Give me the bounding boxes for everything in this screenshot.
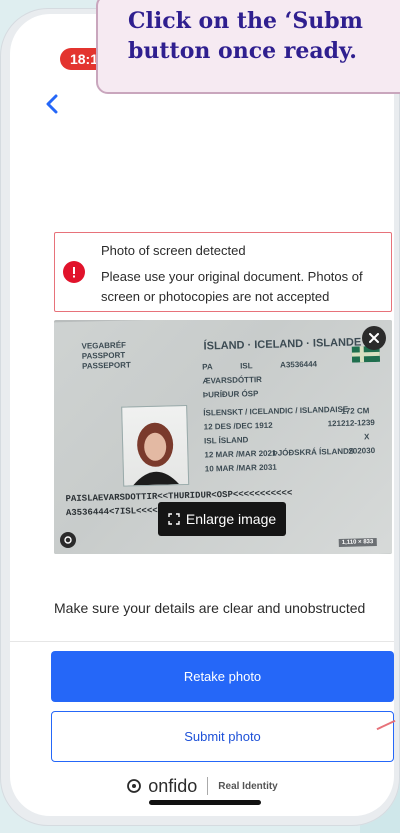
divider [10,641,394,642]
phone-screen: 18:1 Photo of screen detected Please use… [10,14,394,816]
passport-photo [121,404,190,487]
callout-line-1: Click on the ‘Subm [128,8,363,34]
passport-field: 12 DES /DEC 1912 [203,420,273,432]
passport-field: A3536444 [279,359,318,370]
passport-field: ÆVARSDÓTTIR [202,374,263,386]
passport-field: ÞJÓÐSKRÁ ÍSLANDS [272,446,355,458]
phone-frame: 18:1 Photo of screen detected Please use… [0,8,400,826]
passport-field: ISL ÍSLAND [203,435,249,446]
passport-field: 172 CM [341,406,370,416]
passport-field: 202030 [348,446,376,456]
brand-footer: onfido Real Identity [10,776,394,796]
instruction-text: Make sure your details are clear and uno… [54,600,366,616]
passport-field: ÞURÍÐUR ÓSP [202,389,259,400]
passport-field: 12 MAR /MAR 2021 [204,448,277,460]
instruction-callout: Click on the ‘Subm button once ready. [96,0,400,94]
error-alert: Photo of screen detected Please use your… [54,232,392,312]
back-button[interactable] [38,90,66,118]
retake-photo-button[interactable]: Retake photo [51,651,394,702]
passport-label-2: PASSPORT [81,350,126,361]
exclamation-icon [73,267,75,278]
image-size-stamp: 1,110 × 833 [338,538,377,548]
close-icon [369,333,379,343]
passport-field: PA [202,362,213,372]
passport-field: 10 MAR /MAR 2031 [204,462,277,474]
passport-field: 121212-1239 [327,418,375,429]
submit-photo-button[interactable]: Submit photo [51,711,394,762]
passport-label-3: PASSEPORT [81,360,131,371]
brand-name: onfido [148,775,198,796]
close-preview-button[interactable] [362,326,386,350]
alert-message: Please use your original document. Photo… [101,269,363,304]
home-indicator [149,800,261,805]
brand-tagline: Real Identity [218,780,278,792]
alert-title: Photo of screen detected [101,243,246,258]
alert-icon [63,261,85,283]
callout-line-2: button once ready. [128,38,357,64]
brand-separator [207,777,209,795]
expand-icon [168,513,180,525]
onfido-logo-icon [127,779,142,793]
rotate-icon [60,532,76,548]
onfido-logo: onfido [126,776,197,797]
chevron-left-icon [46,94,58,114]
passport-field: X [363,432,370,442]
passport-header: ÍSLAND · ICELAND · ISLANDE [203,336,362,353]
passport-field: ÍSLENSKT / ICELANDIC / ISLANDAISE [203,404,349,418]
enlarge-label: Enlarge image [185,511,277,527]
person-portrait-icon [133,422,180,486]
passport-field: ISL [240,361,253,371]
document-photo-preview: VEGABRÉF PASSPORT PASSEPORT ÍSLAND · ICE… [54,320,392,554]
passport-label-1: VEGABRÉF [81,340,127,351]
enlarge-image-button[interactable]: Enlarge image [158,502,286,536]
